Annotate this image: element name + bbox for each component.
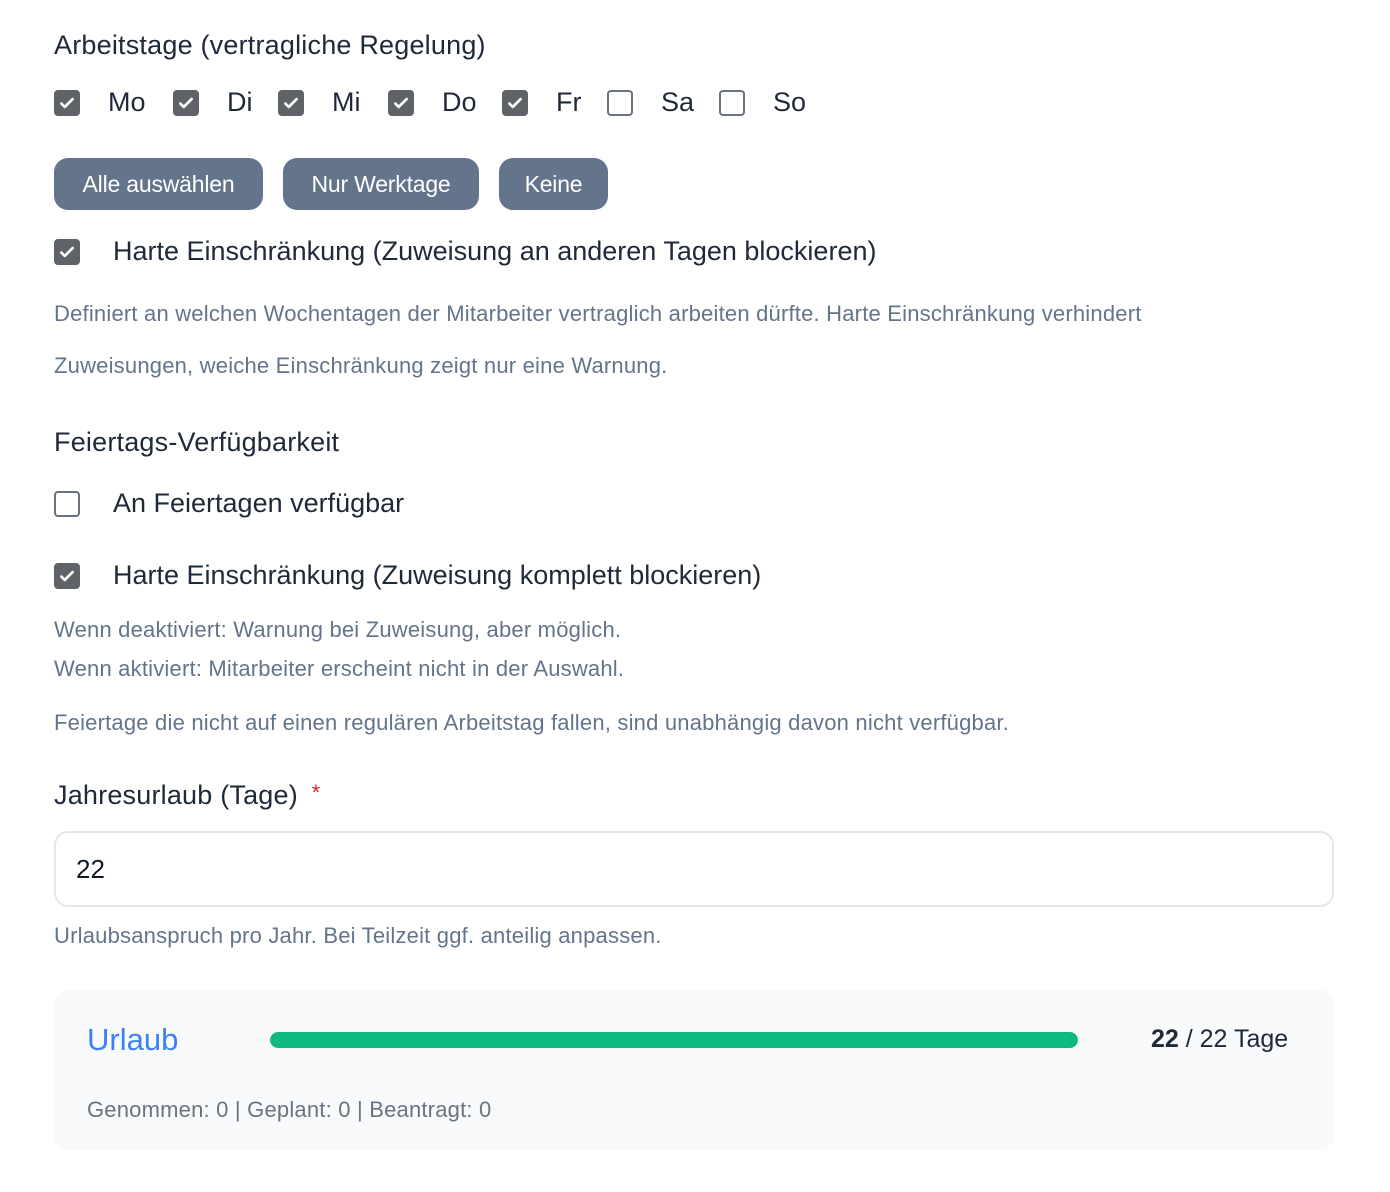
vacation-progress-fill [270,1032,1078,1048]
arbeitstage-help-line1: Definiert an welchen Wochentagen der Mit… [54,301,1142,326]
day-label-so: So [773,87,807,117]
select-all-button[interactable]: Alle auswählen [54,158,263,210]
day-label-do: Do [442,87,477,117]
jahresurlaub-input-value: 22 [76,853,105,884]
holiday-help-note: Feiertage die nicht auf einen regulären … [54,710,1010,735]
checkmark-icon [60,570,74,582]
day-label-di: Di [227,87,253,117]
arbeitstage-heading: Arbeitstage (vertragliche Regelung) [54,30,486,60]
checkmark-icon [508,97,522,109]
vacation-count: 22 / 22 Tage [1151,1025,1288,1054]
checkmark-icon [179,97,193,109]
day-checkbox-sa[interactable] [607,90,633,116]
vacation-summary-card [54,990,1334,1150]
checkmark-icon [60,246,74,258]
day-label-sa: Sa [661,87,695,117]
day-label-fr: Fr [556,87,582,117]
vacation-progress-bar [270,1032,1078,1048]
vacation-total: / 22 Tage [1185,1025,1289,1053]
day-checkbox-mi[interactable] [278,90,304,116]
jahresurlaub-label: Jahresurlaub (Tage) * [54,780,320,811]
holiday-available-checkbox[interactable] [54,491,80,517]
day-checkbox-di[interactable] [173,90,199,116]
hard-restriction-days-label: Harte Einschränkung (Zuweisung an andere… [113,236,877,266]
day-checkbox-so[interactable] [719,90,745,116]
feiertage-heading: Feiertags-Verfügbarkeit [54,427,340,457]
hard-restriction-holiday-label: Harte Einschränkung (Zuweisung komplett … [113,560,762,590]
vacation-stats: Genommen: 0 | Geplant: 0 | Beantragt: 0 [87,1097,492,1122]
vacation-card-title: Urlaub [87,1022,179,1057]
day-checkbox-fr[interactable] [502,90,528,116]
jahresurlaub-help: Urlaubsanspruch pro Jahr. Bei Teilzeit g… [54,923,662,948]
vacation-remaining: 22 [1151,1025,1179,1053]
required-marker: * [311,780,321,805]
checkmark-icon [60,97,74,109]
hard-restriction-days-checkbox[interactable] [54,239,80,265]
day-checkbox-do[interactable] [388,90,414,116]
workdays-only-button[interactable]: Nur Werktage [283,158,479,210]
jahresurlaub-label-text: Jahresurlaub (Tage) [54,780,298,810]
checkmark-icon [394,97,408,109]
day-label-mo: Mo [108,87,146,117]
holiday-help-activated: Wenn aktiviert: Mitarbeiter erscheint ni… [54,656,625,681]
checkmark-icon [284,97,298,109]
arbeitstage-help-line2: Zuweisungen, weiche Einschränkung zeigt … [54,353,668,378]
holiday-help-deactivated: Wenn deaktiviert: Warnung bei Zuweisung,… [54,617,622,642]
day-label-mi: Mi [332,87,361,117]
jahresurlaub-input[interactable]: 22 [54,831,1334,907]
none-button[interactable]: Keine [499,158,608,210]
holiday-available-label: An Feiertagen verfügbar [113,488,405,518]
hard-restriction-holiday-checkbox[interactable] [54,563,80,589]
day-checkbox-mo[interactable] [54,90,80,116]
